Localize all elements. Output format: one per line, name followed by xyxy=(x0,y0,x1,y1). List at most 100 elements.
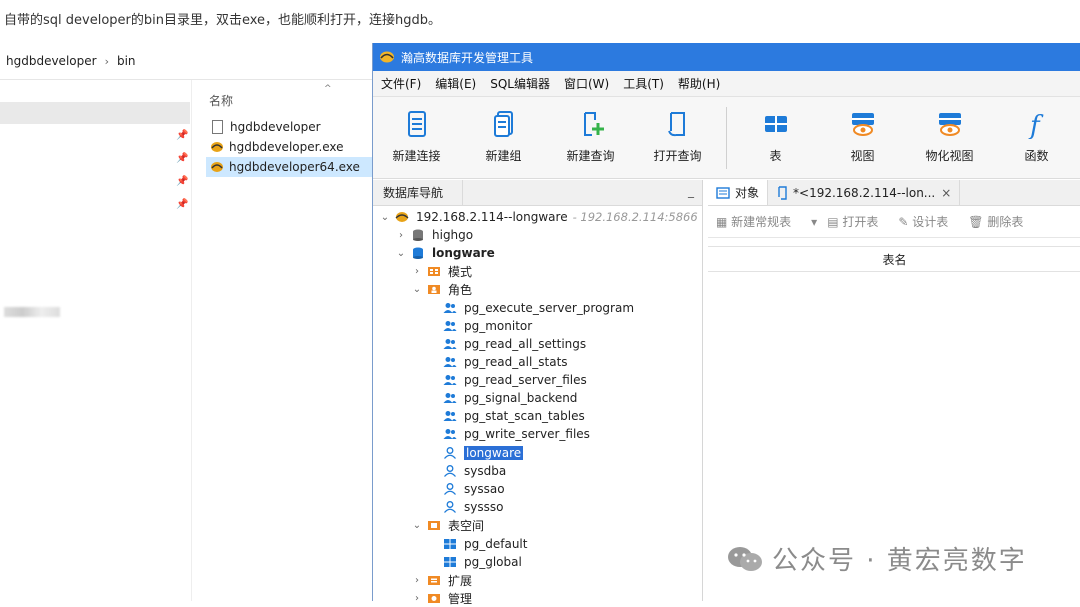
svg-text:f: f xyxy=(1028,111,1044,139)
new-query-icon xyxy=(583,112,604,136)
user-group-icon xyxy=(443,411,457,421)
file-name: hgdbdeveloper xyxy=(230,120,321,134)
tree-role-item[interactable]: pg_read_server_files xyxy=(443,371,587,389)
open-query-icon xyxy=(667,112,685,137)
view-icon xyxy=(851,113,874,136)
app-logo-icon xyxy=(211,142,223,152)
close-icon[interactable]: × xyxy=(941,186,951,200)
chevron-right-icon[interactable]: › xyxy=(411,266,423,277)
tree-user[interactable]: sysdba xyxy=(443,462,506,480)
new-group-button[interactable]: 新建组 xyxy=(460,97,547,179)
editor-area: 对象 *<192.168.2.114--lon... × ▦ 新建常规表 ▾ ▤… xyxy=(708,180,1080,601)
title-bar[interactable]: 瀚高数据库开发管理工具 xyxy=(373,43,1080,71)
tree-user-longware-selected[interactable]: longware xyxy=(443,444,524,462)
file-row[interactable]: hgdbdeveloper xyxy=(206,117,382,137)
pin-icon: 📌 xyxy=(176,176,189,187)
sort-up-icon[interactable]: ^ xyxy=(324,84,332,94)
file-row[interactable]: hgdbdeveloper.exe xyxy=(206,137,382,157)
new-table-button[interactable]: ▦ 新建常规表 xyxy=(716,213,801,230)
tree-role-item[interactable]: pg_signal_backend xyxy=(443,389,577,407)
tree-db-longware[interactable]: ⌄ longware xyxy=(395,244,495,262)
chevron-down-icon[interactable]: ⌄ xyxy=(379,212,391,223)
nav-item-selected[interactable] xyxy=(0,102,190,124)
tab-objects[interactable]: 对象 xyxy=(708,180,769,205)
column-header-name[interactable]: 名称 xyxy=(209,92,233,109)
blurred-item xyxy=(4,307,60,317)
database-icon xyxy=(413,229,423,241)
tree-schema[interactable]: › 模式 xyxy=(411,262,472,280)
user-group-icon xyxy=(443,375,457,385)
open-query-button[interactable]: 打开查询 xyxy=(634,97,721,179)
tree-roles[interactable]: ⌄ 角色 xyxy=(411,280,472,298)
table-button[interactable]: 表 xyxy=(732,97,819,179)
chevron-down-icon[interactable]: ⌄ xyxy=(395,248,407,259)
chevron-down-icon[interactable]: ⌄ xyxy=(411,520,423,531)
pin-icon: 📌 xyxy=(176,153,189,164)
view-button[interactable]: 视图 xyxy=(819,97,906,179)
main-toolbar: 新建连接 新建组 新建查询 打开查询 表 视图 物化视图 f 函数 xyxy=(373,97,1080,179)
function-button[interactable]: f 函数 xyxy=(993,97,1080,179)
tree-role-item[interactable]: pg_read_all_stats xyxy=(443,353,568,371)
file-explorer: hgdbdeveloper › bin 📌 📌 📌 📌 ^ 名称 hgdbdev… xyxy=(0,43,382,601)
user-icon xyxy=(444,447,456,459)
tree-role-item[interactable]: pg_execute_server_program xyxy=(443,299,634,317)
group-icon xyxy=(493,111,513,137)
navigator-header: 数据库导航 _ xyxy=(373,180,702,206)
menu-sql-editor[interactable]: SQL编辑器 xyxy=(490,75,550,92)
delete-table-button[interactable]: 🗑 删除表 xyxy=(968,213,1033,230)
column-header-table-name[interactable]: 表名 xyxy=(708,246,1080,272)
menu-help[interactable]: 帮助(H) xyxy=(678,75,720,92)
path-segment[interactable]: hgdbdeveloper xyxy=(6,54,97,68)
user-group-icon xyxy=(443,321,457,331)
server-icon xyxy=(407,111,426,137)
app-logo-icon xyxy=(211,162,223,172)
pin-icon: 📌 xyxy=(176,130,189,141)
menu-window[interactable]: 窗口(W) xyxy=(564,75,609,92)
toolbar-divider xyxy=(726,107,727,169)
table-icon xyxy=(764,116,787,132)
tree-connection[interactable]: ⌄ 192.168.2.114--longware - 192.168.2.11… xyxy=(379,208,698,226)
file-row-selected[interactable]: hgdbdeveloper64.exe xyxy=(206,157,382,177)
tree-user[interactable]: syssso xyxy=(443,498,503,516)
tree-tablespace-item[interactable]: pg_default xyxy=(443,535,527,553)
tab-query[interactable]: *<192.168.2.114--lon... × xyxy=(768,180,961,205)
menu-file[interactable]: 文件(F) xyxy=(381,75,421,92)
new-query-button[interactable]: 新建查询 xyxy=(547,97,634,179)
chevron-down-icon[interactable]: ⌄ xyxy=(411,284,423,295)
tree-tablespace[interactable]: ⌄ 表空间 xyxy=(411,516,484,534)
chevron-right-icon[interactable]: › xyxy=(411,575,423,586)
path-segment[interactable]: bin xyxy=(117,54,136,68)
schema-icon xyxy=(428,267,440,276)
tree-manage[interactable]: › 管理 xyxy=(411,589,472,607)
menu-edit[interactable]: 编辑(E) xyxy=(435,75,476,92)
tree-role-item[interactable]: pg_read_all_settings xyxy=(443,335,586,353)
tree-role-item[interactable]: pg_stat_scan_tables xyxy=(443,407,585,425)
new-table-dropdown-icon[interactable]: ▾ xyxy=(811,215,817,229)
address-bar[interactable]: hgdbdeveloper › bin xyxy=(0,43,380,80)
object-toolbar: ▦ 新建常规表 ▾ ▤ 打开表 ✎ 设计表 🗑 删除表 xyxy=(708,206,1080,238)
user-group-icon xyxy=(443,393,457,403)
chevron-right-icon[interactable]: › xyxy=(395,230,407,241)
user-icon xyxy=(444,483,456,495)
tree-role-item[interactable]: pg_monitor xyxy=(443,317,532,335)
new-connection-button[interactable]: 新建连接 xyxy=(373,97,460,179)
open-table-button[interactable]: ▤ 打开表 xyxy=(827,213,888,230)
tree-extension[interactable]: › 扩展 xyxy=(411,571,472,589)
tree-db-highgo[interactable]: › highgo xyxy=(395,226,473,244)
tree-user[interactable]: syssao xyxy=(443,480,505,498)
chevron-right-icon[interactable]: › xyxy=(411,593,423,604)
table-icon xyxy=(444,539,456,549)
materialized-view-button[interactable]: 物化视图 xyxy=(906,97,993,179)
tree-role-item[interactable]: pg_write_server_files xyxy=(443,425,590,443)
roles-folder-icon xyxy=(428,285,440,294)
menu-tools[interactable]: 工具(T) xyxy=(623,75,664,92)
chevron-right-icon: › xyxy=(104,54,109,68)
file-list: ^ 名称 hgdbdeveloper hgdbdeveloper.exe hgd… xyxy=(200,80,382,601)
tablespace-folder-icon xyxy=(428,521,440,530)
window-title: 瀚高数据库开发管理工具 xyxy=(401,50,534,65)
database-icon xyxy=(413,247,423,259)
tree-tablespace-item[interactable]: pg_global xyxy=(443,553,522,571)
minimize-icon[interactable]: _ xyxy=(688,184,694,198)
design-table-button[interactable]: ✎ 设计表 xyxy=(898,213,958,230)
query-icon xyxy=(778,185,787,200)
